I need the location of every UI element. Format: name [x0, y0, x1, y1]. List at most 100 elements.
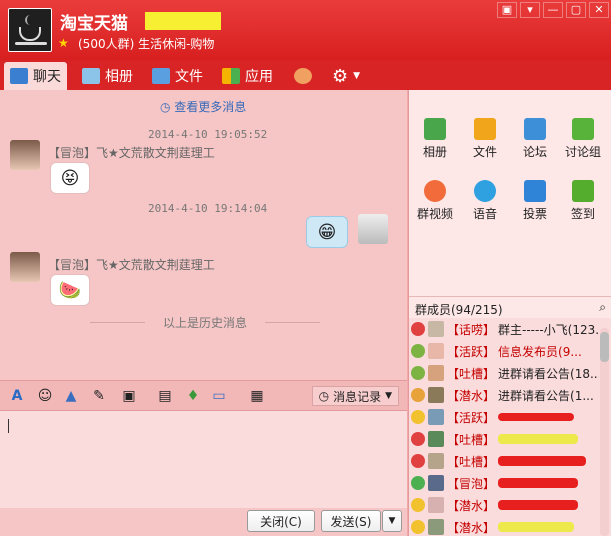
self-avatar[interactable] — [358, 214, 388, 244]
message-input[interactable] — [0, 410, 407, 508]
compose-toolbar: A ☺ ▲ ✎ ▣ ▤ ♦ ▭ ▦ ◷ 消息记录 ▼ — [0, 380, 407, 410]
compose-footer: 关闭(C) 发送(S) ▼ — [0, 508, 407, 536]
member-row[interactable]: 【潜水】 — [411, 516, 599, 536]
sender-avatar[interactable] — [10, 252, 40, 282]
tab-album[interactable]: 相册 — [76, 62, 139, 90]
doodle-icon[interactable]: ✎ — [90, 388, 108, 404]
tab-chat[interactable]: 聊天 — [4, 62, 67, 90]
more-messages-link[interactable]: ◷ 查看更多消息 — [160, 98, 246, 115]
album-icon — [82, 68, 100, 84]
close-icon[interactable]: ✕ — [589, 2, 609, 18]
star-icon: ★ — [58, 36, 69, 50]
status-icon — [411, 476, 425, 490]
screenshot-icon[interactable]: ▦ — [248, 388, 266, 404]
member-row[interactable]: 【潜水】 进群请看公告(1... — [411, 384, 599, 406]
redacted-name — [498, 434, 579, 444]
message-history-button[interactable]: ◷ 消息记录 ▼ — [311, 386, 399, 406]
member-row[interactable]: 【吐槽】 进群请看公告(18... — [411, 362, 599, 384]
sender-name: 【冒泡】飞★文荒散文荆莛理工 — [48, 258, 215, 272]
add-member-icon — [294, 68, 312, 84]
search-icon[interactable]: ⌕ — [599, 300, 606, 315]
redacted-name — [498, 478, 579, 488]
vote-icon — [524, 180, 546, 202]
chevron-down-icon: ▼ — [353, 71, 361, 81]
gift-icon[interactable]: ♦ — [184, 388, 202, 404]
member-avatar — [428, 431, 444, 447]
app-files[interactable]: 文件 — [463, 118, 507, 160]
tab-bar: 聊天 相册 文件 应用 ⚙ ▼ — [0, 60, 611, 90]
group-subtitle: (500人群) 生活休闲-购物 — [78, 37, 215, 51]
member-row[interactable]: 【吐槽】 — [411, 450, 599, 472]
member-avatar — [428, 497, 444, 513]
admin-icon — [411, 388, 425, 402]
send-button[interactable]: 发送(S) — [321, 510, 381, 532]
member-avatar — [428, 409, 444, 425]
font-icon[interactable]: A — [8, 388, 26, 404]
member-row[interactable]: 【潜水】 — [411, 494, 599, 516]
chat-area: ◷ 查看更多消息 2014-4-10 19:05:52 【冒泡】飞★文荒散文荆莛… — [0, 90, 407, 380]
redacted-name — [498, 413, 575, 421]
member-avatar — [428, 365, 444, 381]
tab-files[interactable]: 文件 — [146, 62, 209, 90]
member-avatar — [428, 343, 444, 359]
timestamp: 2014-4-10 19:05:52 — [148, 128, 268, 141]
member-avatar — [428, 453, 444, 469]
group-title: 淘宝天猫 — [60, 14, 128, 34]
timestamp: 2014-4-10 19:14:04 — [148, 202, 268, 215]
group-header: 淘宝天猫 ★ (500人群) 生活休闲-购物 ▣ ▾ — ▢ ✕ — [0, 0, 611, 60]
settings-button[interactable]: ⚙ ▼ — [326, 62, 366, 90]
send-options-button[interactable]: ▼ — [382, 510, 402, 532]
app-signin[interactable]: 签到 — [561, 180, 605, 222]
chat-icon — [10, 68, 28, 84]
owner-icon — [411, 322, 425, 336]
sender-avatar[interactable] — [10, 140, 40, 170]
app-grid: 相册 文件 论坛 讨论组 群视频 语音 投票 签到 — [409, 90, 611, 296]
maximize-icon[interactable]: ▢ — [566, 2, 586, 18]
star-icon — [411, 410, 425, 424]
member-row[interactable]: 【活跃】 — [411, 406, 599, 428]
clock-icon: ◷ — [318, 389, 330, 403]
discussion-icon — [572, 118, 594, 140]
scrollbar-thumb[interactable] — [600, 332, 609, 362]
minimize-icon[interactable]: — — [543, 2, 563, 18]
member-row[interactable]: 【冒泡】 — [411, 472, 599, 494]
message-bubble: 😁 — [306, 216, 348, 248]
image-icon[interactable]: ▣ — [120, 388, 138, 404]
screen-share-icon[interactable]: ▭ — [210, 388, 228, 404]
note-icon[interactable]: ▤ — [156, 388, 174, 404]
member-avatar — [428, 475, 444, 491]
app-vote[interactable]: 投票 — [513, 180, 557, 222]
skin-icon[interactable]: ▣ — [497, 2, 517, 18]
app-group-video[interactable]: 群视频 — [413, 180, 457, 222]
member-row[interactable]: 【吐槽】 — [411, 428, 599, 450]
app-voice[interactable]: 语音 — [463, 180, 507, 222]
folder-icon — [474, 118, 496, 140]
text-caret — [8, 419, 9, 433]
app-forum[interactable]: 论坛 — [513, 118, 557, 160]
member-list-header: 群成员(94/215) ⌕ — [409, 296, 611, 318]
member-row[interactable]: 【话唠】 群主-----小飞(123... — [411, 318, 599, 340]
app-album[interactable]: 相册 — [413, 118, 457, 160]
gear-icon: ⚙ — [332, 65, 349, 87]
add-member-button[interactable] — [288, 62, 318, 90]
chevron-down-icon: ▼ — [385, 391, 392, 401]
member-avatar — [428, 519, 444, 535]
close-button[interactable]: 关闭(C) — [247, 510, 315, 532]
message-bubble: 🍉 — [50, 274, 90, 306]
group-avatar[interactable] — [8, 8, 52, 52]
magic-icon[interactable]: ▲ — [62, 388, 80, 404]
app-discussion[interactable]: 讨论组 — [561, 118, 605, 160]
forum-icon — [524, 118, 546, 140]
redacted-name — [498, 500, 579, 510]
history-divider: 以上是历史消息 — [90, 314, 320, 331]
tab-apps[interactable]: 应用 — [216, 62, 279, 90]
menu-icon[interactable]: ▾ — [520, 2, 540, 18]
member-row[interactable]: 【活跃】 信息发布员(9... — [411, 340, 599, 362]
status-icon — [411, 432, 425, 446]
redacted-highlight — [145, 12, 221, 30]
status-icon — [411, 454, 425, 468]
message-bubble: 😝 — [50, 162, 90, 194]
folder-icon — [152, 68, 170, 84]
member-avatar — [428, 321, 444, 337]
emoji-icon[interactable]: ☺ — [36, 388, 54, 404]
